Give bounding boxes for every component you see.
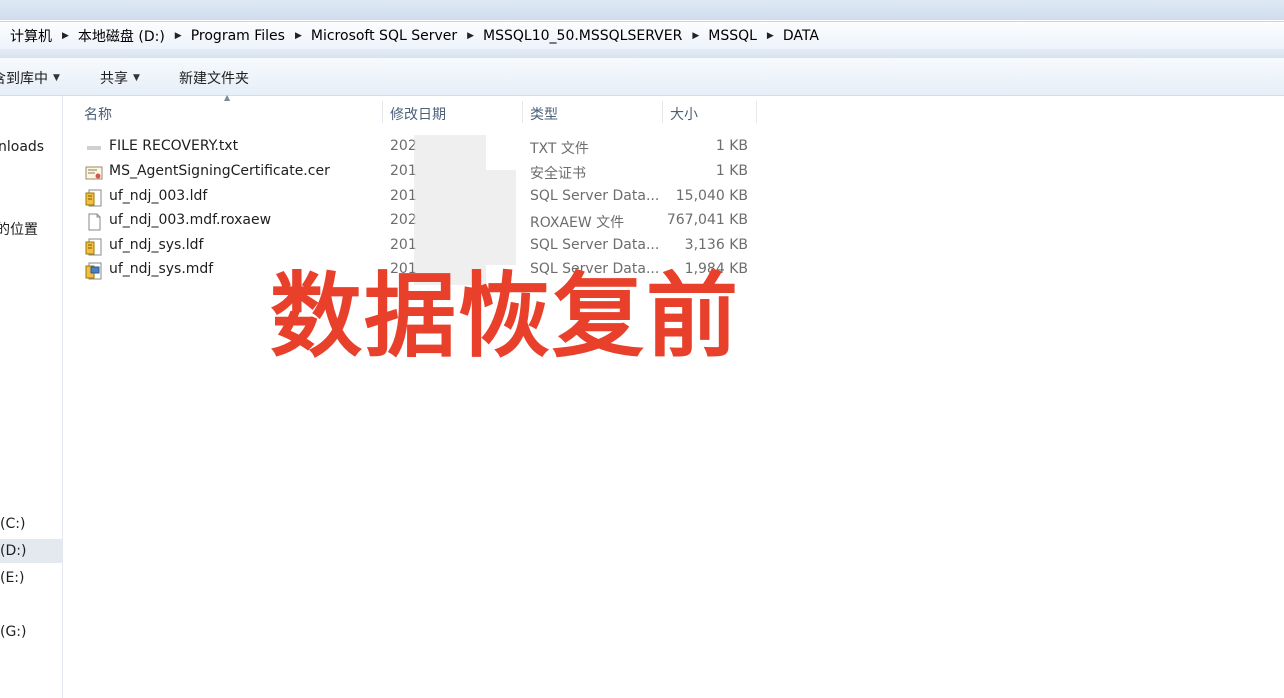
nav-item-downloads[interactable]: nloads [0,139,44,155]
file-date: 202 [390,138,417,154]
nav-item-label: (E:) [0,570,25,586]
column-header-name[interactable]: 名称 [84,104,112,124]
nav-item-recent-places[interactable]: 的位置 [0,219,38,239]
nav-item-label: (G:) [0,624,27,640]
dropdown-caret-icon: ▼ [53,73,60,83]
sql-log-file-icon [85,189,103,207]
nav-item-label: (C:) [0,516,26,532]
breadcrumb-label: 计算机 [10,28,52,45]
nav-item-label: 的位置 [0,222,38,238]
redaction-blur [486,170,516,265]
file-name: uf_ndj_sys.ldf [109,237,204,253]
breadcrumb-label: 本地磁盘 (D:) [77,28,165,45]
nav-item-label: nloads [0,139,45,155]
nav-item-label: (D:) [0,543,27,559]
file-name: FILE RECOVERY.txt [109,138,239,154]
breadcrumb-data[interactable]: DATA [779,28,823,44]
file-date: 201 [390,163,417,179]
text-file-icon [85,139,103,157]
share-button[interactable]: 共享 ▼ [100,68,140,88]
file-date: 202 [390,212,417,228]
breadcrumb-label: DATA [782,27,819,44]
sort-ascending-icon: ▲ [224,93,231,102]
file-size: 1 KB [715,138,748,154]
breadcrumb-label: MSSQL [708,27,757,44]
breadcrumb-arrow-icon[interactable]: ▶ [461,31,479,41]
sql-data-file-icon [85,262,103,280]
command-toolbar: 含到库中 ▼ 共享 ▼ 新建文件夹 [0,58,1284,96]
file-type: SQL Server Data... [530,188,660,204]
breadcrumb-arrow-icon[interactable]: ▶ [289,31,307,41]
breadcrumb-label: Program Files [190,27,285,44]
address-bar[interactable]: 计算机 ▶ 本地磁盘 (D:) ▶ Program Files ▶ Micros… [0,21,1284,50]
include-in-library-button[interactable]: 含到库中 ▼ [0,68,60,88]
breadcrumb-mssql[interactable]: MSSQL ▶ [704,28,779,44]
file-name: uf_ndj_sys.mdf [109,261,214,277]
file-date: 201 [390,237,417,253]
breadcrumb-drive-d[interactable]: 本地磁盘 (D:) ▶ [74,26,187,46]
breadcrumb-label: MSSQL10_50.MSSQLSERVER [483,27,683,44]
column-header-size[interactable]: 大小 [670,104,698,124]
file-type: 安全证书 [530,166,586,182]
breadcrumb-label: Microsoft SQL Server [310,27,458,44]
column-divider[interactable] [662,101,663,123]
file-type: ROXAEW 文件 [530,215,625,231]
nav-item-drive-c[interactable]: (C:) [0,516,25,532]
breadcrumb-arrow-icon[interactable]: ▶ [761,31,779,41]
file-size: 3,136 KB [684,237,748,253]
column-divider[interactable] [522,101,523,123]
file-name: MS_AgentSigningCertificate.cer [109,163,330,179]
blank-file-icon [85,213,103,231]
column-headers: ▲ 名称 修改日期 类型 大小 [64,93,764,128]
file-name: uf_ndj_003.ldf [109,188,208,204]
nav-item-drive-e[interactable]: (E:) [0,570,25,586]
navigation-pane: nloads 的位置 (C:) (D:) (E:) (G:) [0,96,63,698]
nav-item-drive-g[interactable]: (G:) [0,624,27,640]
overlay-caption: 数据恢复前 [270,263,741,370]
breadcrumb-arrow-icon[interactable]: ▶ [56,31,74,41]
window-top-strip [0,0,1284,20]
breadcrumb-arrow-icon[interactable]: ▶ [169,31,187,41]
breadcrumb-sql-server[interactable]: Microsoft SQL Server ▶ [307,28,479,44]
column-divider[interactable] [756,101,757,123]
include-in-library-label: 含到库中 [0,71,48,87]
file-type: TXT 文件 [530,141,589,157]
new-folder-label: 新建文件夹 [179,71,249,87]
file-size: 1 KB [715,163,748,179]
share-label: 共享 [100,71,128,87]
breadcrumb-mssqlserver[interactable]: MSSQL10_50.MSSQLSERVER ▶ [479,28,704,44]
certificate-icon [85,164,103,182]
column-divider[interactable] [382,101,383,123]
nav-item-drive-d[interactable]: (D:) [0,539,62,563]
dropdown-caret-icon: ▼ [133,73,140,83]
address-bar-gap [0,49,1284,58]
file-name: uf_ndj_003.mdf.roxaew [109,212,272,228]
column-header-date[interactable]: 修改日期 [390,104,446,124]
breadcrumb-arrow-icon[interactable]: ▶ [686,31,704,41]
file-type: SQL Server Data... [530,237,660,253]
breadcrumb-program-files[interactable]: Program Files ▶ [187,28,307,44]
breadcrumb-computer[interactable]: 计算机 ▶ [6,26,74,46]
file-size: 767,041 KB [666,212,748,228]
file-size: 15,040 KB [675,188,748,204]
column-header-type[interactable]: 类型 [530,104,558,124]
file-date: 201 [390,188,417,204]
sql-log-file-icon [85,238,103,256]
new-folder-button[interactable]: 新建文件夹 [179,68,249,88]
